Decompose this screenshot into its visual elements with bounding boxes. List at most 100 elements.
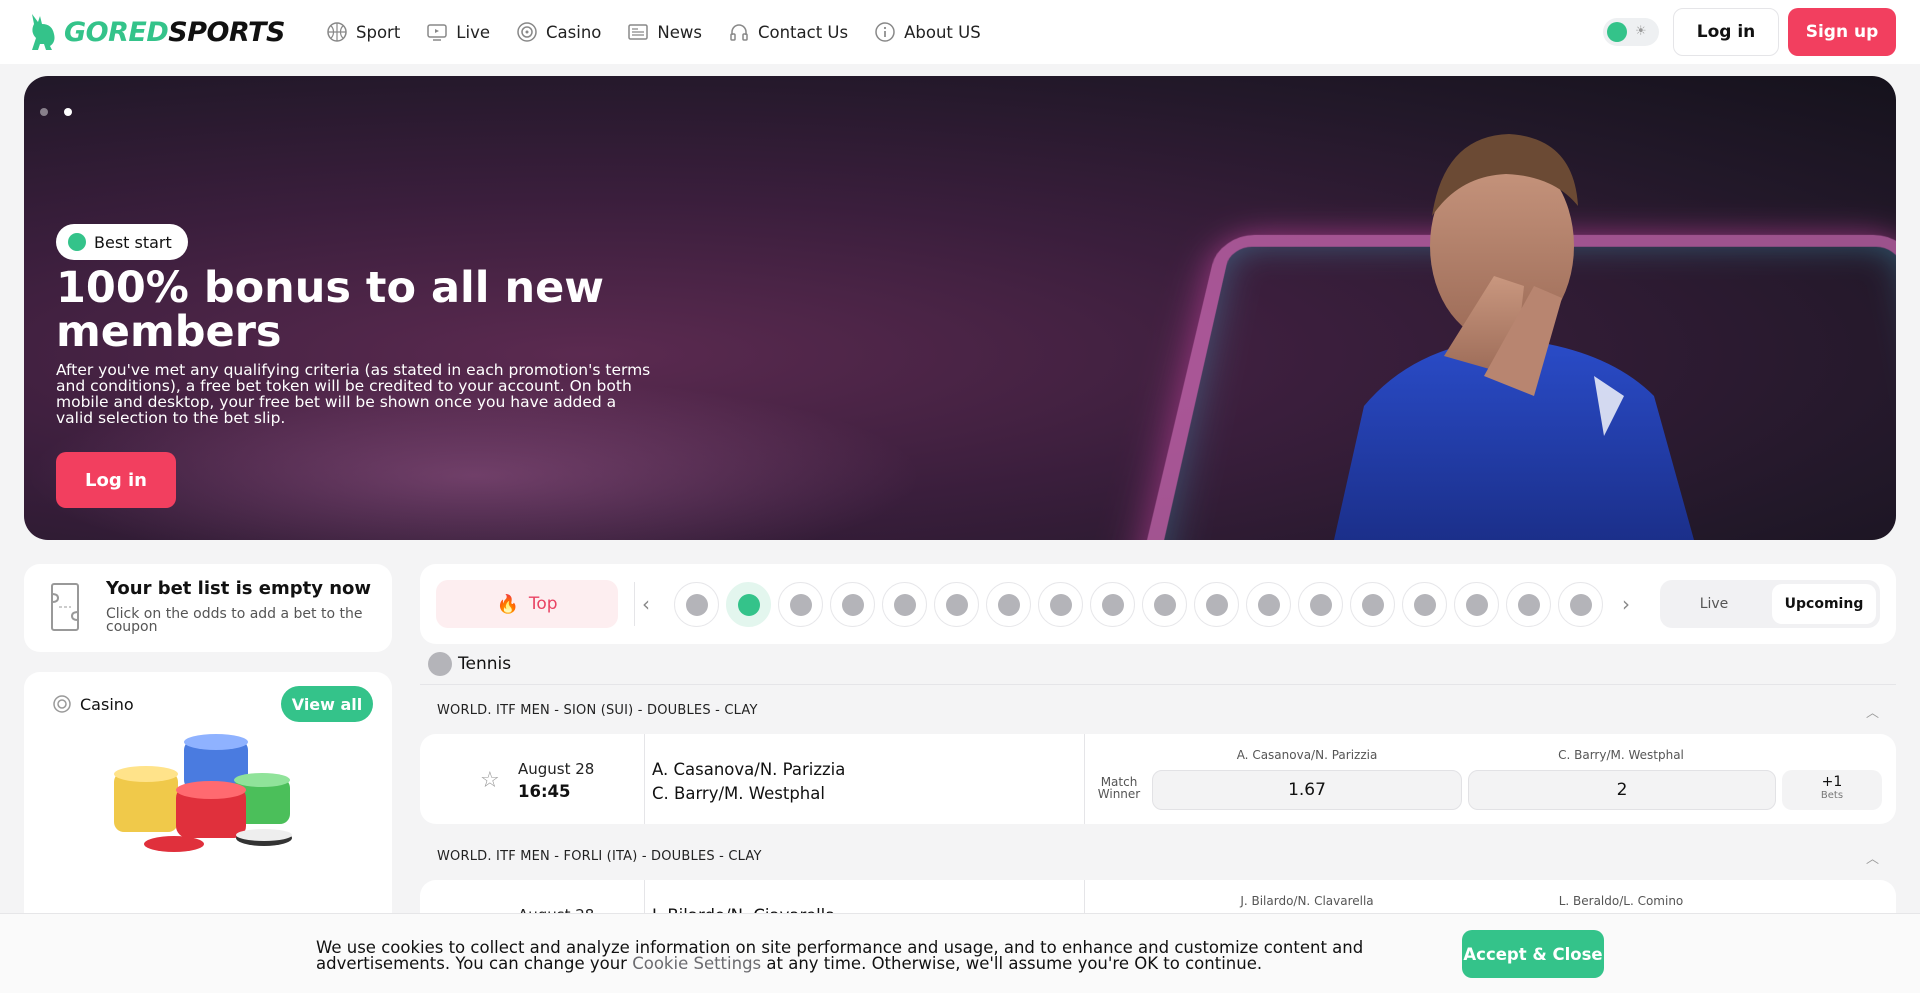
market-label: Match Winner: [1097, 775, 1141, 801]
nav-casino-label: Casino: [546, 22, 602, 42]
casino-card-title: Casino: [80, 694, 134, 714]
odds-away-button[interactable]: 2: [1468, 770, 1776, 810]
divider: [644, 734, 645, 824]
odds-home-button[interactable]: 1.67: [1152, 770, 1462, 810]
nav-about-label: About US: [904, 22, 981, 42]
nav-live[interactable]: Live: [426, 21, 490, 43]
nav-live-label: Live: [456, 22, 490, 42]
cookie-text: We use cookies to collect and analyze in…: [316, 939, 1456, 973]
nav-casino[interactable]: Casino: [516, 21, 601, 43]
theme-toggle[interactable]: ☀: [1603, 18, 1659, 46]
hero-banner: Best start 100% bonus to all new members…: [24, 76, 1896, 540]
casino-chip-icon: [53, 695, 71, 713]
casino-card-header: Casino: [52, 694, 134, 714]
main-nav: Sport Live Casino News Contact Us About …: [326, 0, 981, 64]
top-label: Top: [528, 594, 558, 614]
logo[interactable]: GOREDSPORTS: [26, 12, 285, 52]
basketball-icon[interactable]: [778, 582, 823, 627]
match-row: ☆ August 28 16:45 A. Casanova/N. Parizzi…: [420, 734, 1896, 824]
cookie-settings-link[interactable]: Cookie Settings: [632, 954, 761, 973]
snooker-icon[interactable]: [1298, 582, 1343, 627]
cookie-text-part2: at any time. Otherwise, we'll assume you…: [761, 954, 1263, 973]
more-bets-count: +1: [1821, 774, 1843, 790]
hero-description: After you've met any qualifying criteria…: [56, 361, 651, 427]
nav-sport[interactable]: Sport: [326, 21, 400, 43]
aussie-rules-icon[interactable]: [1402, 582, 1447, 627]
nav-contact-label: Contact Us: [757, 22, 849, 42]
nav-news-label: News: [657, 22, 702, 42]
odds-away-label: C. Barry/M. Westphal: [1558, 748, 1684, 762]
carousel-dots: [40, 108, 72, 116]
upcoming-tab[interactable]: Upcoming: [1772, 584, 1876, 624]
match-time: 16:45: [518, 782, 571, 801]
nav-contact[interactable]: Contact Us: [728, 21, 848, 43]
cricket-icon[interactable]: [1038, 582, 1083, 627]
hero-badge: Best start: [56, 224, 188, 260]
team-home[interactable]: A. Casanova/N. Parizzia: [652, 760, 845, 779]
handball-icon[interactable]: [934, 582, 979, 627]
scroll-right-arrow-icon[interactable]: ›: [1622, 592, 1630, 616]
ice-hockey-icon[interactable]: [830, 582, 875, 627]
casino-chips-image: [114, 734, 292, 852]
nav-sport-label: Sport: [356, 22, 401, 42]
chevron-up-icon[interactable]: ︿: [1866, 702, 1879, 721]
chevron-up-icon[interactable]: ︿: [1866, 848, 1879, 867]
login-button[interactable]: Log in: [1673, 8, 1779, 56]
view-all-button[interactable]: View all: [281, 686, 373, 722]
carousel-dot[interactable]: [40, 108, 48, 116]
tennis-icon[interactable]: [726, 582, 771, 627]
header: GOREDSPORTS Sport Live Casino News Conta…: [0, 0, 1920, 64]
bet-slip: Your bet list is empty now Click on the …: [24, 564, 392, 652]
info-icon: [875, 22, 895, 42]
logo-text: GOREDSPORTS: [64, 17, 285, 48]
divider: [1084, 734, 1085, 824]
league-header[interactable]: WORLD. ITF MEN - SION (SUI) - DOUBLES - …: [437, 703, 758, 718]
sport-icon-list: [674, 582, 1603, 627]
logo-text-part2: SPORTS: [168, 16, 285, 48]
baseball-icon[interactable]: [1090, 582, 1135, 627]
boxing-icon[interactable]: [1142, 582, 1187, 627]
nav-about[interactable]: About US: [874, 21, 981, 43]
odds-home-label: J. Bilardo/N. Clavarella: [1240, 894, 1374, 908]
futsal-icon[interactable]: [1558, 582, 1603, 627]
odds-home-label: A. Casanova/N. Parizzia: [1236, 748, 1378, 762]
badminton-icon[interactable]: [1454, 582, 1499, 627]
match-date: August 28: [518, 760, 595, 778]
basketball-icon: [68, 233, 86, 251]
rugby-icon[interactable]: [1246, 582, 1291, 627]
hero-player-image: [1334, 134, 1694, 540]
darts-icon[interactable]: [1350, 582, 1395, 627]
league-header[interactable]: WORLD. ITF MEN - FORLI (ITA) - DOUBLES -…: [437, 849, 762, 864]
more-bets-button[interactable]: +1 Bets: [1782, 770, 1882, 810]
hero-login-button[interactable]: Log in: [56, 452, 176, 508]
signup-button[interactable]: Sign up: [1788, 8, 1896, 56]
divider: [634, 582, 635, 626]
cookie-banner: We use cookies to collect and analyze in…: [0, 913, 1920, 993]
hero-title: 100% bonus to all new members: [56, 263, 604, 357]
scroll-left-arrow-icon[interactable]: ‹: [642, 592, 650, 616]
accept-close-button[interactable]: Accept & Close: [1462, 930, 1604, 978]
team-away[interactable]: C. Barry/M. Westphal: [652, 784, 825, 803]
soccer-icon[interactable]: [674, 582, 719, 627]
newspaper-icon: [628, 24, 649, 40]
sport-section-title: Tennis: [428, 652, 511, 676]
flame-icon: 🔥: [496, 593, 519, 615]
volleyball-icon[interactable]: [986, 582, 1031, 627]
live-tab[interactable]: Live: [1660, 580, 1768, 628]
tennis-icon: [428, 652, 452, 676]
squash-icon[interactable]: [1506, 582, 1551, 627]
tv-icon: [427, 24, 448, 41]
table-tennis-icon[interactable]: [882, 582, 927, 627]
theme-toggle-knob: [1607, 22, 1627, 42]
carousel-dot-active[interactable]: [64, 108, 72, 116]
star-icon[interactable]: ☆: [480, 768, 500, 793]
rabbit-logo-icon: [32, 14, 55, 50]
hero-badge-label: Best start: [94, 232, 172, 252]
nav-news[interactable]: News: [627, 21, 702, 43]
section-divider: [420, 684, 1896, 685]
top-button[interactable]: 🔥 Top: [436, 580, 618, 628]
sun-icon: ☀: [1635, 24, 1647, 39]
basketball-icon: [327, 22, 347, 42]
american-football-helmet-icon[interactable]: [1194, 582, 1239, 627]
bet-slip-subtitle: Click on the odds to add a bet to the co…: [106, 606, 363, 635]
